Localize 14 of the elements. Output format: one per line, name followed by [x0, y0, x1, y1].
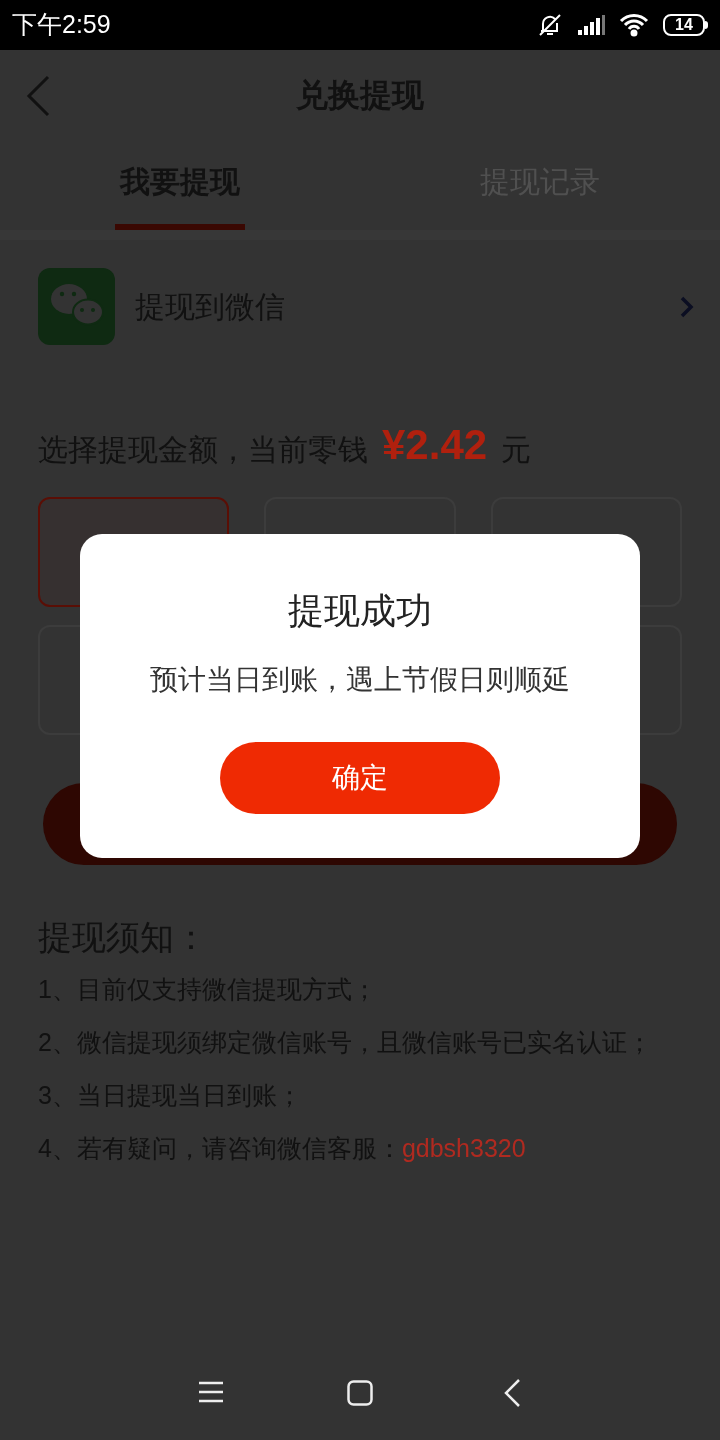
contact-id: gdbsh3320: [401, 1134, 526, 1162]
dialog-message: 预计当日到账，遇上节假日则顺延: [150, 663, 570, 697]
dialog-title: 提现成功: [288, 589, 432, 633]
chat-bubbles-icon: [38, 268, 115, 345]
signal-icon: [577, 14, 605, 36]
battery-icon: 14: [663, 14, 708, 36]
balance-amount: ¥2.42: [382, 420, 488, 470]
bell-off-icon: [537, 12, 563, 38]
confirm-button[interactable]: 确定: [220, 742, 500, 814]
menu-icon[interactable]: [199, 1381, 223, 1403]
chevron-right-icon: [680, 295, 694, 318]
status-time: 下午2:59: [12, 9, 111, 41]
wifi-icon: [619, 13, 649, 37]
home-icon[interactable]: [347, 1380, 373, 1406]
